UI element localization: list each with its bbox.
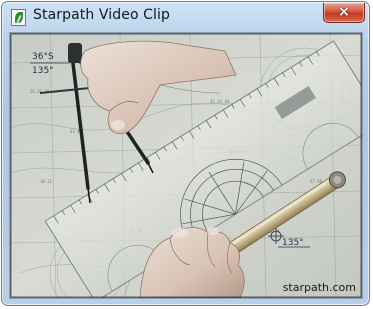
video-still: 26 31 2833 40 19 22 2735 41 44 18 2146 5… [10,33,362,298]
svg-text:35 41 44: 35 41 44 [210,99,230,104]
video-window: Starpath Video Clip × 26 31 28 33 40 35 … [1,1,370,306]
close-icon: × [338,4,350,20]
annotation-bearing-top: 135° [32,66,54,76]
annotation-latitude: 36°S [32,52,54,62]
watermark: starpath.com [282,281,356,294]
close-button[interactable]: × [323,3,365,23]
starpath-leaf-icon[interactable] [11,9,26,26]
annotation-bearing-bottom: 135° [282,238,304,248]
svg-text:18 21: 18 21 [40,179,53,184]
window-title: Starpath Video Clip [33,7,171,23]
video-frame[interactable]: 26 31 2833 40 19 22 2735 41 44 18 2146 5… [9,32,363,299]
title-bar[interactable]: Starpath Video Clip × [2,2,369,32]
